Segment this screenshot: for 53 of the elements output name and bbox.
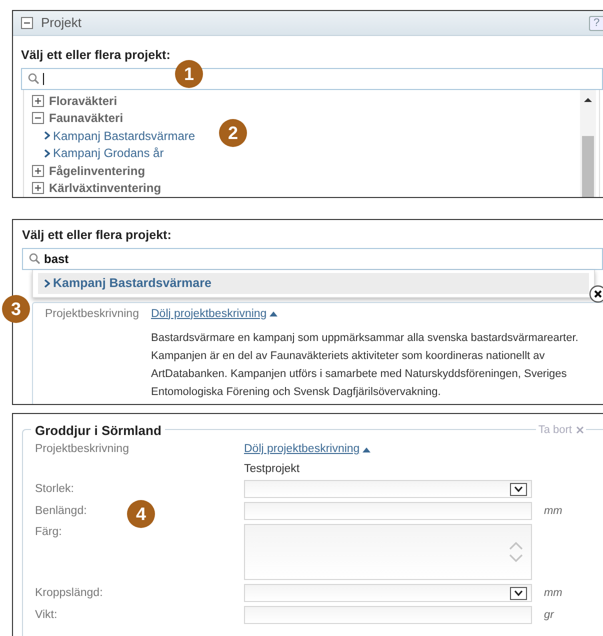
search-field[interactable]: bast (22, 248, 603, 270)
minus-box-icon[interactable] (32, 112, 44, 124)
field-label: Storlek: (35, 482, 74, 497)
chevron-down-icon[interactable] (509, 554, 523, 562)
tree-item[interactable]: Floraväkteri (49, 92, 118, 110)
chevron-up-icon[interactable] (509, 542, 523, 550)
description-text: Bastardsvärmare en kampanj som uppmärksammar alla svenska bastardsvärmarearter. Kampanjen är en del av Faunaväkteriets aktiviteter som koordineras nationellt av ArtDatabanken. Kampanjen utförs i samarbete med Naturskyddsföreningen, Sveriges Entomologiska Förening och Svensk Dagfjärilsövervakning. (151, 330, 580, 400)
text-area[interactable] (244, 524, 532, 580)
help-button[interactable]: ? (589, 16, 603, 30)
plus-box-icon[interactable] (32, 182, 44, 194)
description-text: Testprojekt (244, 462, 301, 476)
dropdown-field[interactable] (244, 584, 532, 602)
minus-box-icon[interactable] (21, 17, 33, 29)
unit-label: mm (543, 504, 564, 518)
close-icon[interactable] (589, 285, 603, 303)
tree-item[interactable]: Kärlväxtinventering (49, 179, 162, 197)
close-icon (576, 426, 584, 434)
search-field[interactable] (21, 68, 603, 90)
search-text: bast (44, 250, 69, 268)
input-field[interactable] (244, 502, 532, 520)
field-label: Projektbeskrivning (35, 442, 129, 457)
search-result[interactable]: Kampanj Bastardsvärmare (38, 272, 589, 294)
field-label: Vikt: (35, 608, 58, 623)
input-field[interactable] (244, 606, 532, 624)
scrollbar-thumb[interactable] (582, 136, 594, 197)
chevron-down-icon (514, 486, 523, 492)
field-label: Välj ett eller flera projekt: (21, 47, 172, 64)
tree-item[interactable]: Kampanj Grodans år (53, 144, 164, 162)
triangle-up-icon (362, 446, 371, 453)
callout-number: 3 (2, 295, 30, 323)
toggle-link[interactable]: Dölj projektbeskrivning (244, 441, 360, 458)
plus-box-icon[interactable] (32, 164, 44, 176)
tree-item[interactable]: Faunaväkteri (49, 109, 124, 127)
triangle-up-icon (268, 311, 278, 318)
dropdown-field[interactable] (244, 480, 532, 498)
text-cursor (43, 72, 44, 85)
chevron-right-icon (44, 278, 50, 288)
field-label: Kroppslängd: (35, 586, 103, 601)
field-label: Färg: (35, 525, 62, 540)
scrollbar[interactable] (580, 90, 596, 197)
chevron-down-icon (514, 590, 523, 596)
field-label: Benlängd: (35, 504, 87, 519)
plus-box-icon[interactable] (32, 94, 44, 106)
unit-label: gr (543, 608, 556, 622)
field-label: Projektbeskrivning (45, 306, 140, 322)
unit-label: mm (543, 586, 564, 600)
search-icon (28, 73, 39, 84)
tree-item[interactable]: Kampanj Bastardsvärmare (53, 126, 196, 144)
toggle-link[interactable]: Dölj projektbeskrivning (151, 306, 267, 323)
search-icon (29, 253, 40, 264)
tree-item[interactable]: Fågelinventering (49, 162, 146, 180)
panel-title: Projekt (41, 14, 82, 32)
field-label: Välj ett eller flera projekt: (22, 227, 172, 244)
